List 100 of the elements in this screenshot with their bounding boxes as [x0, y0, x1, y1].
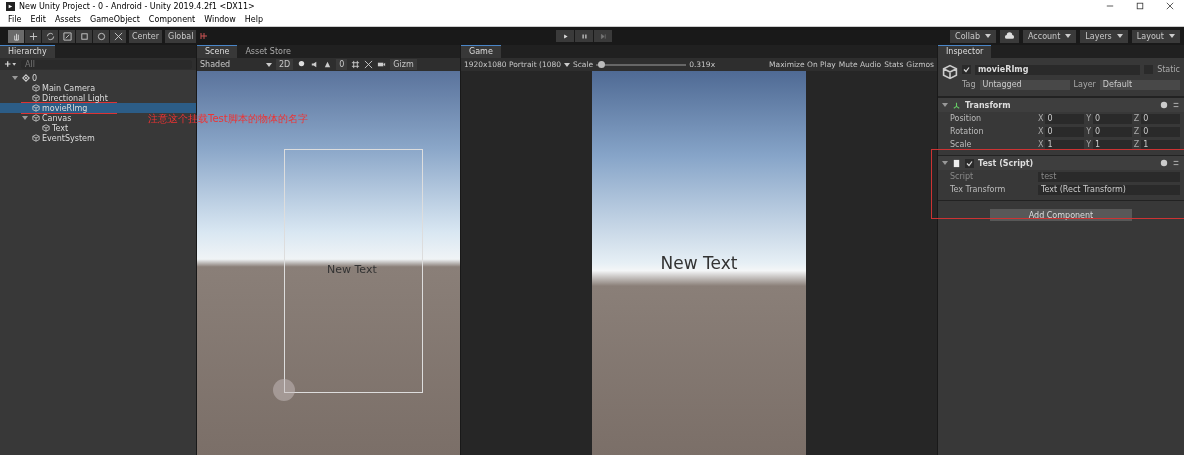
hierarchy-item[interactable]: EventSystem	[0, 133, 99, 143]
caret-icon[interactable]	[1169, 34, 1175, 38]
tag-dropdown[interactable]: Untagged	[979, 79, 1070, 90]
cube-icon	[42, 124, 50, 132]
caret-icon[interactable]	[563, 62, 570, 67]
maximize-icon[interactable]	[1136, 2, 1144, 10]
inspector-tab[interactable]: Inspector	[938, 45, 992, 58]
cloud-icon[interactable]	[1004, 32, 1015, 40]
toolbar-dropdown[interactable]: Layout	[1131, 29, 1180, 43]
pivot-toggle[interactable]: Center	[129, 29, 162, 43]
layer-dropdown[interactable]: Default	[1099, 79, 1180, 90]
scene-tab[interactable]: Asset Store	[237, 45, 299, 58]
cube-icon	[32, 134, 40, 142]
menu-item[interactable]: File	[8, 14, 22, 24]
caret-icon[interactable]	[1116, 34, 1123, 38]
axis-label: Z	[1133, 140, 1140, 149]
hierarchy-item[interactable]: Text	[0, 123, 73, 133]
value-field[interactable]: 1	[1141, 139, 1180, 150]
hierarchy-item[interactable]: Main Camera	[0, 83, 100, 93]
search-field[interactable]: All	[21, 59, 192, 69]
help-icon[interactable]	[1160, 159, 1168, 167]
toolbar-dropdown[interactable]: Layers	[1080, 29, 1128, 43]
toolbar-dropdown[interactable]: Collab	[950, 29, 996, 43]
script-icon	[952, 158, 961, 168]
axis-label: Y	[1086, 127, 1092, 136]
grid-icon[interactable]	[351, 60, 361, 69]
transform-tool-icon[interactable]	[93, 29, 109, 43]
scale-tool-icon[interactable]	[59, 29, 75, 43]
enabled-checkbox[interactable]	[965, 158, 974, 168]
rect-tool-icon[interactable]	[76, 29, 92, 43]
menu-item[interactable]: Assets	[54, 14, 81, 24]
static-label: Static	[1157, 65, 1180, 74]
menu-item[interactable]: Window	[204, 14, 236, 24]
hierarchy-item[interactable]: 0	[0, 73, 42, 83]
hierarchy-item[interactable]: Canvas	[0, 113, 76, 123]
camera-icon[interactable]	[377, 60, 387, 69]
hierarchy-item[interactable]: Directional Light	[0, 93, 112, 103]
collapse-arrow-icon[interactable]	[942, 160, 948, 166]
value-field[interactable]: 0	[1093, 113, 1132, 124]
toolbar-dropdown[interactable]: Account	[1023, 29, 1077, 43]
move-tool-icon[interactable]	[25, 29, 41, 43]
property-label: Position	[950, 114, 983, 123]
settings-icon[interactable]	[1172, 101, 1180, 109]
value-field[interactable]: 0	[1045, 113, 1085, 124]
tag-label: Tag	[962, 80, 976, 89]
play-icon[interactable]	[561, 32, 569, 40]
expand-arrow-icon[interactable]	[22, 115, 28, 121]
hand-tool-icon[interactable]	[8, 29, 24, 43]
active-checkbox[interactable]	[962, 65, 971, 74]
value-field[interactable]: 1	[1045, 139, 1085, 150]
custom-tool-icon[interactable]	[110, 29, 126, 43]
component-title: Test (Script)	[978, 158, 1035, 168]
menu-item[interactable]: Edit	[30, 14, 46, 24]
caret-icon[interactable]	[266, 62, 272, 67]
handle-circle	[273, 379, 295, 401]
pivot-toggle[interactable]: Global	[164, 29, 197, 43]
create-icon[interactable]	[4, 60, 17, 68]
effects-icon[interactable]	[323, 60, 333, 69]
axis-label: X	[1038, 140, 1044, 149]
hierarchy-tab[interactable]: Hierarchy	[0, 45, 55, 58]
hidden-objects-toggle[interactable]: 0	[336, 59, 348, 70]
tools-icon[interactable]	[364, 60, 374, 69]
layer-label: Layer	[1073, 80, 1096, 89]
value-field[interactable]: 0	[1045, 126, 1085, 137]
scale-slider[interactable]	[596, 61, 687, 68]
caret-icon[interactable]	[985, 34, 991, 38]
rotate-tool-icon[interactable]	[42, 29, 58, 43]
add-component-button[interactable]: Add Component	[990, 209, 1132, 221]
collapse-arrow-icon[interactable]	[942, 102, 948, 108]
property-label: Scale	[950, 140, 973, 149]
value-field[interactable]: 1	[1093, 139, 1132, 150]
value-field[interactable]: 0	[1141, 126, 1180, 137]
caret-icon[interactable]	[1065, 34, 1072, 38]
menu-item[interactable]: Help	[244, 14, 264, 24]
value-field[interactable]: 0	[1141, 113, 1180, 124]
snap-icon[interactable]	[199, 31, 210, 41]
cube-icon	[32, 94, 40, 102]
pause-icon[interactable]	[580, 32, 588, 40]
shading-dropdown[interactable]: Shaded	[200, 60, 262, 69]
menu-item[interactable]: Component	[148, 14, 196, 24]
component-title: Transform	[965, 100, 1012, 110]
axis-label: X	[1038, 127, 1044, 136]
slider-thumb[interactable]	[597, 61, 605, 68]
axis-label: Z	[1133, 127, 1140, 136]
property-label: Tex Transform	[950, 185, 1007, 194]
name-field[interactable]: movieRImg	[975, 64, 1141, 75]
menu-item[interactable]: GameObject	[89, 14, 140, 24]
close-icon[interactable]	[1166, 2, 1174, 10]
object-field[interactable]: Text (Rect Transform)	[1038, 184, 1180, 195]
help-icon[interactable]	[1160, 101, 1168, 109]
game-tab[interactable]: Game	[461, 45, 501, 58]
expand-arrow-icon[interactable]	[12, 75, 18, 81]
2d-toggle[interactable]: 2D	[276, 59, 294, 70]
lighting-icon[interactable]	[297, 60, 307, 69]
scene-tab[interactable]: Scene	[197, 45, 238, 58]
gizmos-dropdown[interactable]: Gizm	[390, 59, 417, 70]
value-field[interactable]: 0	[1093, 126, 1132, 137]
hierarchy-item[interactable]: movieRImg	[0, 103, 196, 113]
axis-label: Y	[1086, 140, 1092, 149]
settings-icon[interactable]	[1172, 159, 1180, 167]
